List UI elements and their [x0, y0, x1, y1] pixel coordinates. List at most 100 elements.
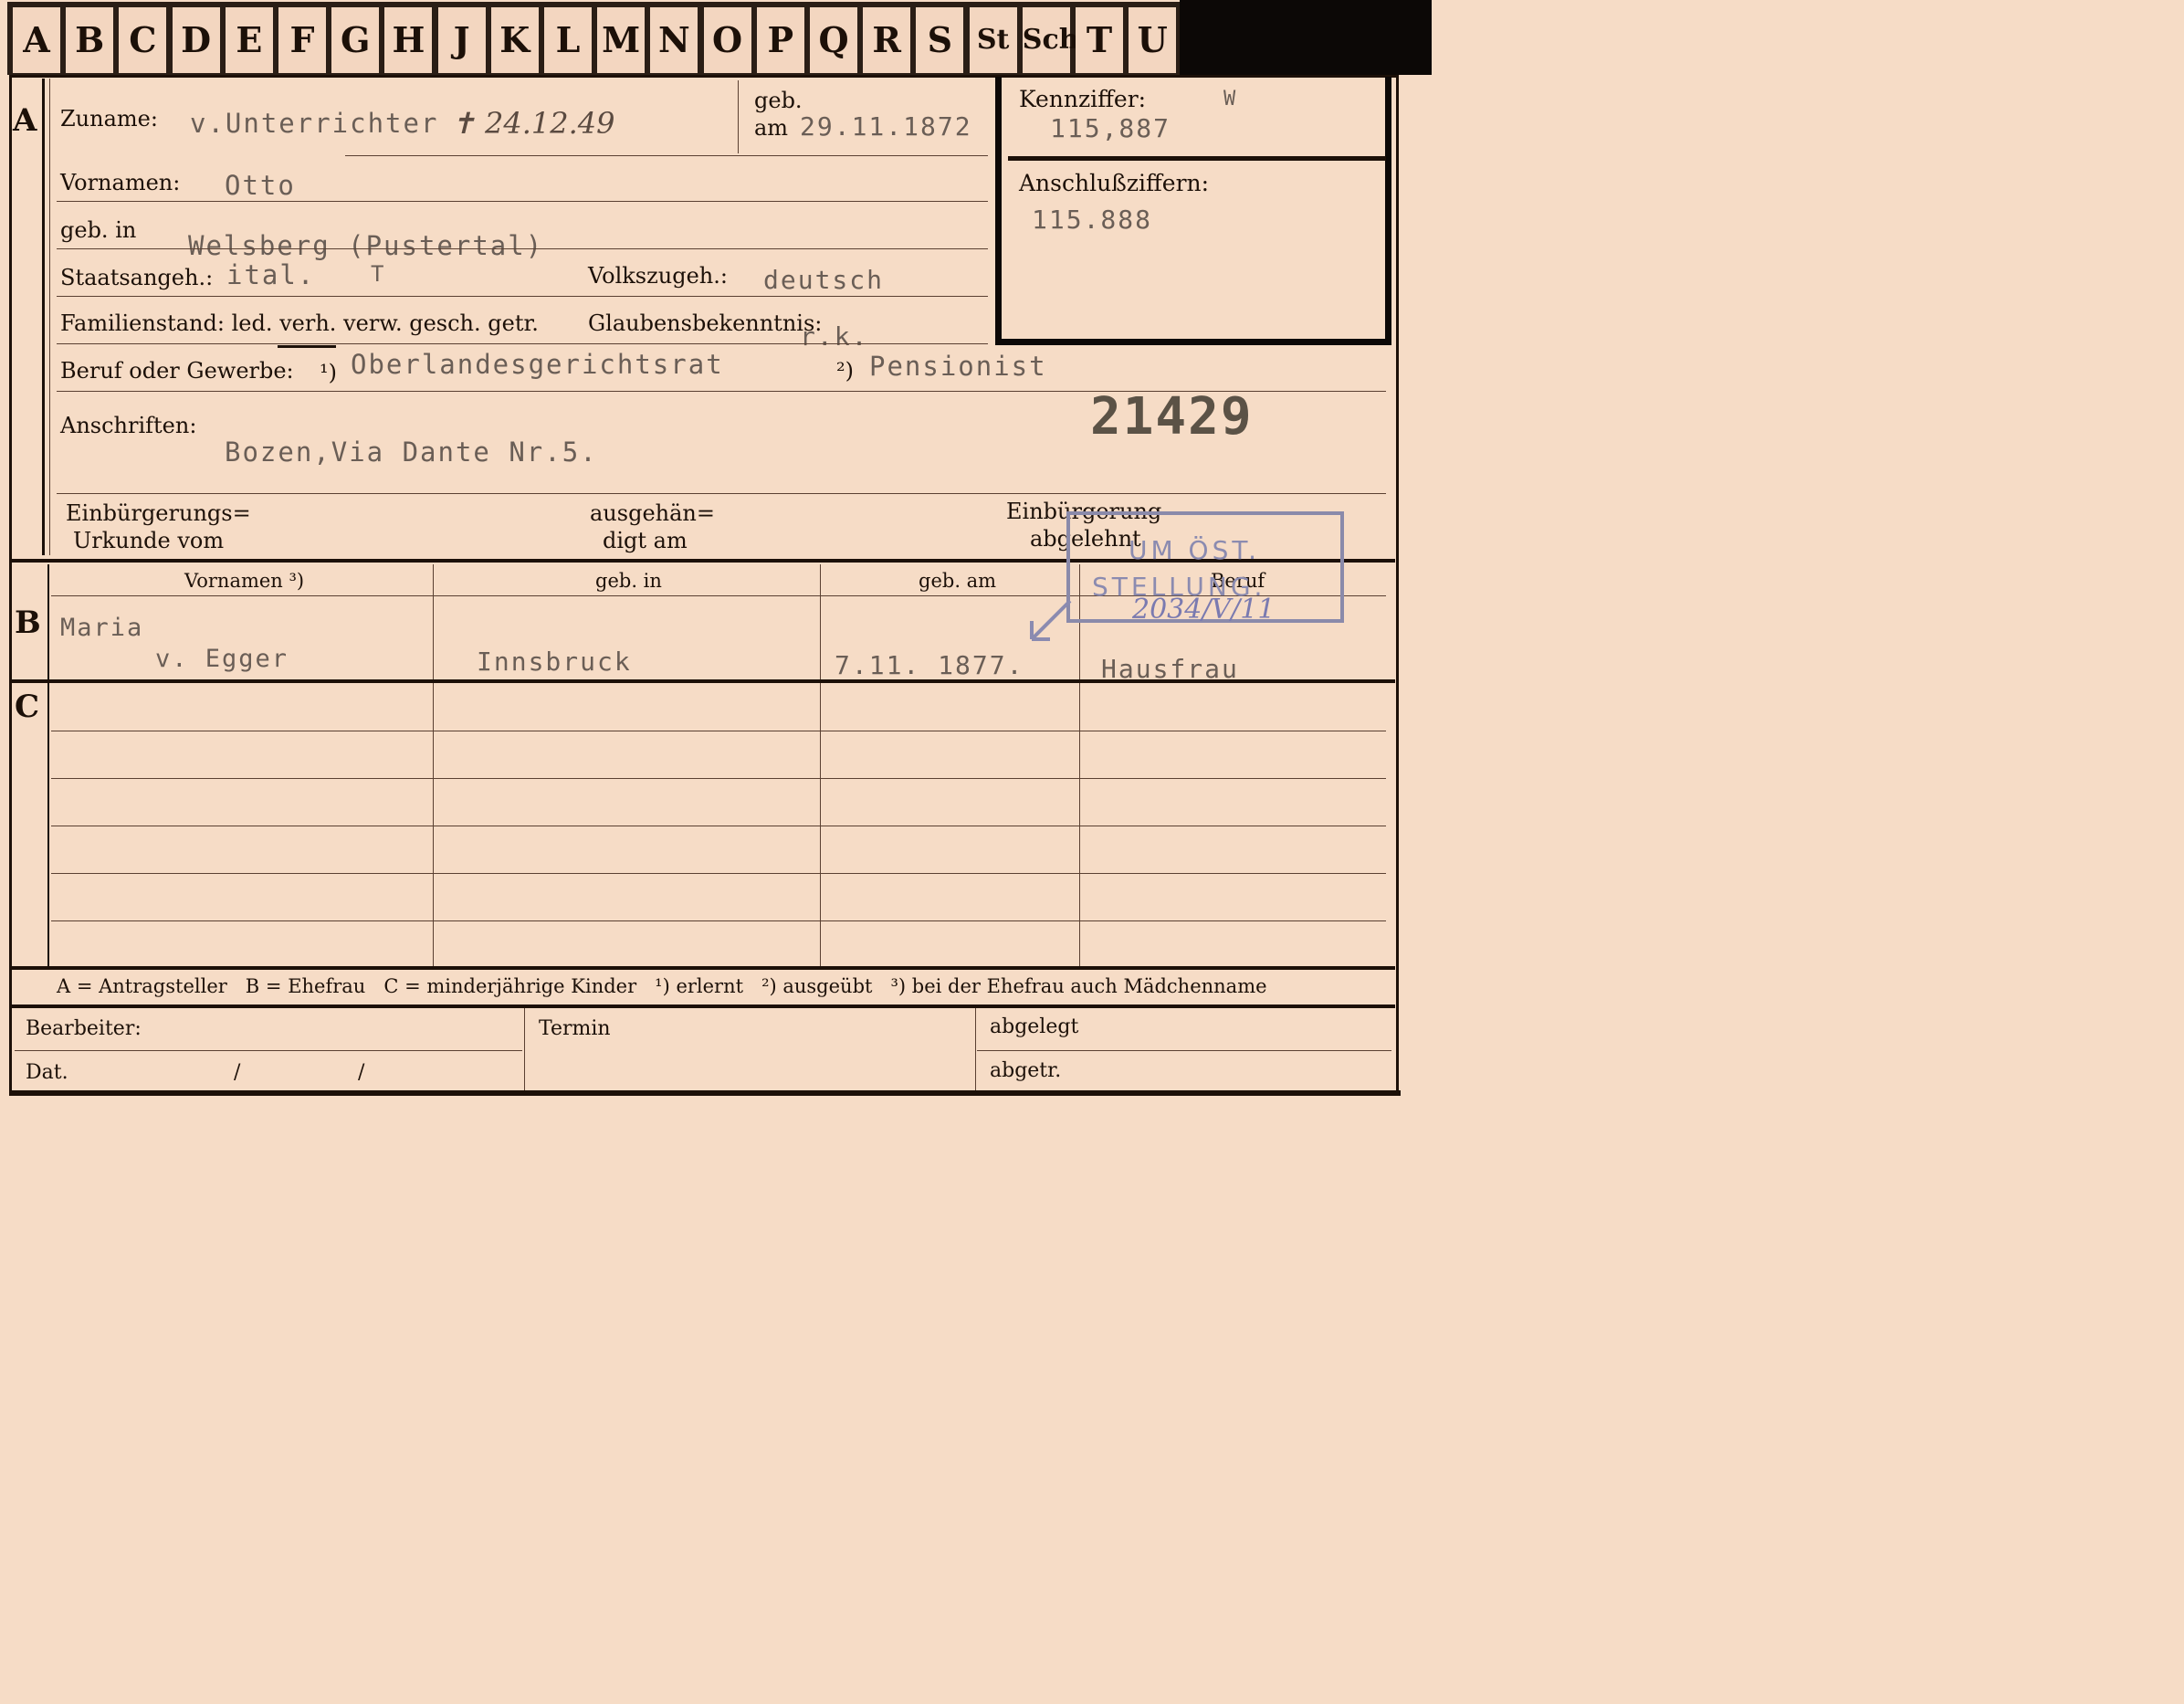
- spouse-geb-in: Innsbruck: [477, 647, 632, 677]
- spouse-vornamen-2: v. Egger: [155, 645, 289, 673]
- alphabet-tab-f[interactable]: F: [278, 7, 326, 73]
- child-row-rule: [51, 873, 1386, 874]
- death-note: ✝ 24.12.49: [451, 106, 615, 141]
- bearbeiter-label: Bearbeiter:: [26, 1017, 142, 1040]
- stamp-arrow-icon: [1030, 599, 1072, 641]
- ausgehaendigt-label-2: digt am: [603, 528, 688, 553]
- rule: [57, 296, 988, 297]
- alphabet-tab-e[interactable]: E: [225, 7, 273, 73]
- rule: [57, 201, 988, 202]
- anschlussziffern-label: Anschlußziffern:: [1019, 170, 1210, 196]
- record-number: 21429: [1090, 387, 1254, 447]
- staatsangeh-label: Staatsangeh.:: [60, 265, 214, 290]
- kennziffer-label: Kennziffer:: [1019, 86, 1147, 112]
- einbuergerungs-urkunde-label-2: Urkunde vom: [73, 528, 225, 553]
- alphabet-tab-g[interactable]: G: [331, 7, 380, 73]
- section-b-letter: B: [15, 605, 41, 641]
- volkszugeh-label: Volkszugeh.:: [588, 263, 728, 289]
- alphabet-tab-n[interactable]: N: [650, 7, 698, 73]
- spouse-geb-am: 7.11. 1877.: [835, 650, 1024, 680]
- zuname-value: v.Unterrichter: [190, 108, 439, 139]
- beruf-ausgeuebt-value: Pensionist: [869, 351, 1047, 382]
- familienstand-label: Familienstand: led. verh. verw. gesch. g…: [60, 310, 539, 336]
- zuname-label: Zuname:: [60, 106, 158, 131]
- staatsangeh-value: ital.: [226, 259, 316, 290]
- footer-divider-1: [524, 1008, 525, 1090]
- beruf-erlernt-value: Oberlandesgerichtsrat: [351, 349, 724, 380]
- alphabet-tab-c[interactable]: C: [119, 7, 167, 73]
- alphabet-tab-s[interactable]: S: [916, 7, 964, 73]
- glaubensbekenntnis-label: Glaubensbekenntnis:: [588, 310, 823, 336]
- abgelegt-label: abgelegt: [990, 1015, 1079, 1038]
- volkszugeh-value: deutsch: [763, 265, 885, 295]
- dat-slash-2: /: [358, 1061, 365, 1084]
- spouse-vornamen-1: Maria: [60, 614, 144, 642]
- beruf-label: Beruf oder Gewerbe:: [60, 358, 294, 384]
- stamp-handwritten-note: 2034/V/11: [1132, 594, 1276, 626]
- am-label: am: [754, 115, 789, 141]
- kennziffer-value: 115,887: [1050, 113, 1171, 143]
- col-divider-3: [1079, 564, 1080, 966]
- col-geb-in-header: geb. in: [595, 570, 662, 592]
- child-row-rule: [51, 778, 1386, 779]
- alphabet-tab-j[interactable]: J: [437, 7, 486, 73]
- alphabet-tab-b[interactable]: B: [66, 7, 114, 73]
- rule: [57, 493, 1386, 494]
- footer-divider-2: [975, 1008, 976, 1090]
- section-a-letter: A: [13, 102, 37, 139]
- margin-line-inner: [49, 79, 50, 555]
- alphabet-tab-u[interactable]: U: [1129, 7, 1177, 73]
- staatsangeh-mark: T: [371, 261, 386, 287]
- dat-slash-1: /: [234, 1061, 241, 1084]
- dat-label: Dat.: [26, 1061, 68, 1084]
- alphabet-tab-k[interactable]: K: [490, 7, 539, 73]
- alphabet-tab-a[interactable]: A: [13, 7, 60, 73]
- rule: [345, 155, 988, 156]
- margin-line: [42, 79, 45, 555]
- legend-top-rule: [11, 966, 1395, 970]
- anschlussziffer-value: 115.888: [1032, 205, 1153, 235]
- alphabet-tab-m[interactable]: M: [597, 7, 646, 73]
- child-row-rule: [51, 920, 1386, 921]
- abgetr-label: abgetr.: [990, 1059, 1062, 1082]
- kennziffer-divider: [1008, 156, 1386, 161]
- vornamen-value: Otto: [225, 170, 296, 201]
- ausgehaendigt-label-1: ausgehän=: [590, 500, 715, 526]
- col-geb-am-header: geb. am: [919, 570, 997, 592]
- col-divider-2: [820, 564, 821, 966]
- card-bottom-edge: [11, 1090, 1401, 1096]
- alphabet-tab-q[interactable]: Q: [810, 7, 857, 73]
- alphabet-tab-l[interactable]: L: [544, 7, 592, 73]
- verh-underline: [278, 345, 336, 348]
- section-c-letter: C: [15, 689, 40, 725]
- alphabet-tab-o[interactable]: O: [703, 7, 751, 73]
- anschrift-value: Bozen,Via Dante Nr.5.: [225, 437, 598, 468]
- alphabet-tab-strip: A B C D E F G H J K L M N O P Q R S St Sch T U: [7, 2, 1180, 75]
- alphabet-tab-sch[interactable]: Sch: [1022, 7, 1079, 73]
- geb-in-label: geb. in: [60, 217, 137, 243]
- col-vornamen-header: Vornamen ³): [184, 570, 305, 592]
- rule: [57, 248, 988, 249]
- legend: A = Antragsteller B = Ehefrau C = minder…: [57, 975, 1267, 997]
- alphabet-tab-p[interactable]: P: [756, 7, 804, 73]
- rule: [57, 343, 988, 344]
- einbuergerungs-urkunde-label-1: Einbürgerungs=: [66, 500, 251, 526]
- geb-in-value: Welsberg (Pustertal): [188, 230, 544, 261]
- stamp-line-1: UM ÖST.: [1129, 535, 1261, 565]
- alphabet-tab-r[interactable]: R: [863, 7, 911, 73]
- alphabet-tab-t[interactable]: T: [1076, 7, 1123, 73]
- alphabet-tab-d[interactable]: D: [172, 7, 220, 73]
- geb-divider: [738, 80, 739, 153]
- scan-background: [1180, 0, 1432, 75]
- vornamen-label: Vornamen:: [60, 170, 181, 195]
- alphabet-tab-h[interactable]: H: [384, 7, 433, 73]
- geb-am-value: 29.11.1872: [800, 111, 972, 142]
- glaubensbekenntnis-value: r.k.: [800, 321, 869, 352]
- margin-line-lower: [47, 564, 49, 966]
- kennziffer-mark: W: [1223, 88, 1238, 110]
- legend-bottom-rule: [11, 1005, 1395, 1008]
- col-divider-1: [433, 564, 434, 966]
- alphabet-tab-st[interactable]: St: [969, 7, 1017, 73]
- termin-label: Termin: [539, 1017, 611, 1040]
- geb-label: geb.: [754, 88, 803, 113]
